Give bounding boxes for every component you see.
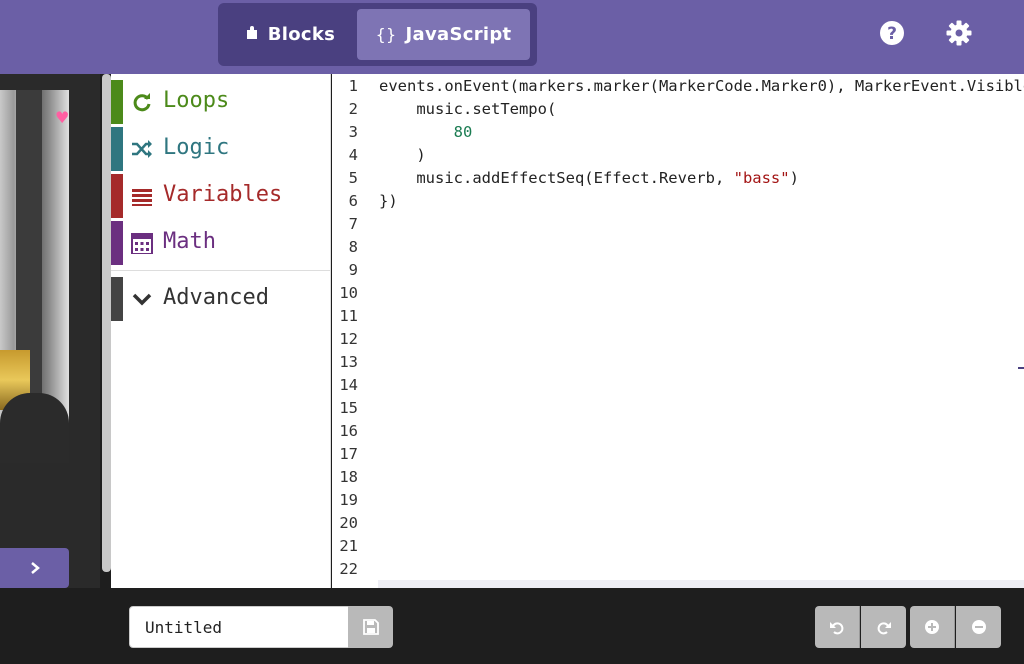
line-number: 1 <box>348 77 358 95</box>
horizontal-scrollbar[interactable] <box>378 580 1024 588</box>
line-number: 7 <box>348 215 358 233</box>
toolbox: Loops Logic Variables Math Advanced <box>111 74 331 588</box>
code-line: 80 <box>453 123 473 141</box>
tab-javascript[interactable]: {} JavaScript <box>357 9 530 60</box>
line-number: 16 <box>339 422 358 440</box>
expand-simulator-button[interactable] <box>0 548 69 588</box>
chevron-down-icon <box>132 293 152 306</box>
line-number: 8 <box>348 238 358 256</box>
save-button[interactable] <box>348 606 393 648</box>
line-number: 21 <box>339 537 358 555</box>
category-advanced[interactable]: Advanced <box>111 277 331 321</box>
line-number: 9 <box>348 261 358 279</box>
save-icon <box>362 619 379 635</box>
line-number: 2 <box>348 100 358 118</box>
line-number: 20 <box>339 514 358 532</box>
camera-view: ♥ <box>0 90 69 463</box>
tab-blocks[interactable]: Blocks <box>226 9 354 60</box>
code-line: ) <box>416 146 426 164</box>
line-number: 4 <box>348 146 358 164</box>
tab-blocks-label: Blocks <box>267 24 336 45</box>
simulator-panel: ♥ <box>0 74 100 588</box>
code-line: events.onEvent(markers.marker(MarkerCode… <box>379 77 1024 95</box>
help-icon[interactable]: ? <box>878 19 906 47</box>
code-editor[interactable]: 1 2 3 4 5 6 7 8 9 10 11 12 13 14 15 16 1… <box>332 74 1024 588</box>
line-number: 11 <box>339 307 358 325</box>
scroll-marker <box>1018 367 1024 369</box>
puzzle-icon <box>245 25 259 45</box>
undo-button[interactable] <box>815 606 860 648</box>
top-bar: Blocks {} JavaScript ? <box>0 0 1024 74</box>
code-line: }) <box>379 192 398 210</box>
category-loops[interactable]: Loops <box>111 80 331 124</box>
panel-scrollbar[interactable] <box>102 74 111 572</box>
tab-javascript-label: JavaScript <box>405 24 512 45</box>
redo-button[interactable] <box>861 606 906 648</box>
chevron-right-icon <box>30 562 40 574</box>
calculator-icon <box>131 233 153 254</box>
undo-icon <box>830 622 844 635</box>
toolbox-divider <box>111 270 331 271</box>
loop-icon <box>133 93 151 112</box>
line-number: 6 <box>348 192 358 210</box>
line-number: 3 <box>348 123 358 141</box>
project-name-input[interactable] <box>129 606 349 648</box>
category-logic[interactable]: Logic <box>111 127 331 171</box>
line-number: 15 <box>339 399 358 417</box>
zoom-out-button[interactable] <box>956 606 1001 648</box>
gear-icon[interactable] <box>945 19 973 47</box>
category-variables[interactable]: Variables <box>111 174 331 218</box>
editor-toggle: Blocks {} JavaScript <box>218 3 537 66</box>
braces-icon: {} <box>375 25 397 44</box>
line-number: 17 <box>339 445 358 463</box>
line-number: 22 <box>339 560 358 578</box>
line-number: 14 <box>339 376 358 394</box>
shuffle-icon <box>132 140 152 158</box>
zoom-out-icon <box>971 620 986 634</box>
redo-icon <box>877 622 891 635</box>
zoom-in-icon <box>925 620 939 634</box>
svg-text:?: ? <box>887 24 897 44</box>
line-number: 13 <box>339 353 358 371</box>
line-number: 18 <box>339 468 358 486</box>
bottom-bar <box>0 588 1024 664</box>
line-number: 10 <box>339 284 358 302</box>
line-number: 12 <box>339 330 358 348</box>
list-icon <box>132 189 152 206</box>
code-line: music.addEffectSeq(Effect.Reverb, "bass"… <box>416 169 799 187</box>
code-line: music.setTempo( <box>416 100 557 118</box>
category-math[interactable]: Math <box>111 221 331 265</box>
zoom-in-button[interactable] <box>910 606 955 648</box>
line-number: 19 <box>339 491 358 509</box>
line-number: 5 <box>348 169 358 187</box>
heart-icon: ♥ <box>55 108 69 127</box>
